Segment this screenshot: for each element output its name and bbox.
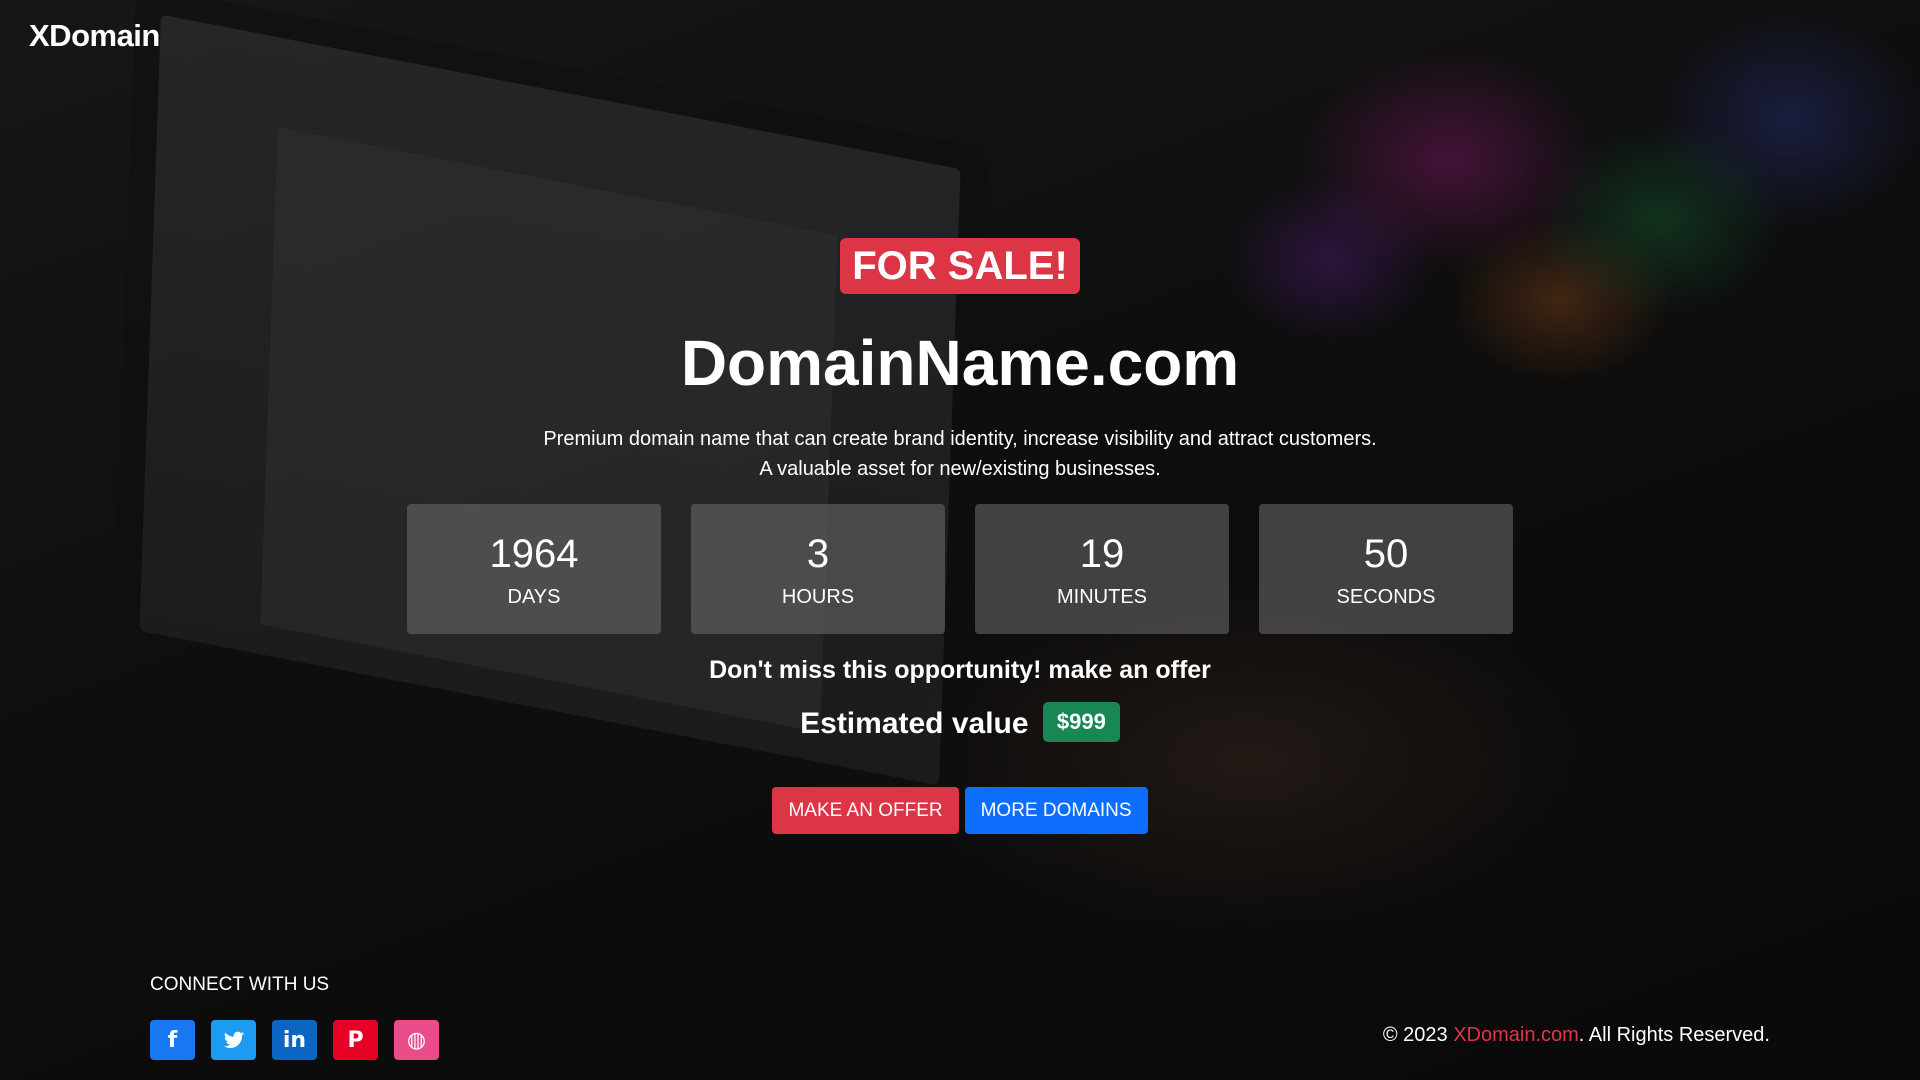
copyright-suffix: . All Rights Reserved. xyxy=(1578,1024,1770,1046)
pinterest-icon[interactable]: P xyxy=(333,1020,378,1060)
domain-title: DomainName.com xyxy=(680,327,1240,399)
countdown-days: 1964 DAYS xyxy=(407,504,661,635)
description: Premium domain name that can create bran… xyxy=(0,424,1920,484)
linkedin-icon[interactable]: in xyxy=(272,1020,317,1060)
countdown-minutes-value: 19 xyxy=(1079,531,1125,576)
action-buttons: MAKE AN OFFER MORE DOMAINS xyxy=(0,787,1920,835)
estimated-value: Estimated value $999 xyxy=(0,702,1920,745)
estimated-value-label: Estimated value xyxy=(800,707,1029,741)
hero-section: FOR SALE! DomainName.com Premium domain … xyxy=(0,238,1920,835)
copyright: © 2023 XDomain.com. All Rights Reserved. xyxy=(1383,1024,1770,1047)
for-sale-badge: FOR SALE! xyxy=(840,238,1080,294)
countdown-minutes-label: MINUTES xyxy=(1057,585,1147,608)
copyright-link[interactable]: XDomain.com xyxy=(1453,1024,1579,1046)
countdown-days-value: 1964 xyxy=(489,531,579,576)
connect-label: CONNECT WITH US xyxy=(150,974,330,995)
countdown-hours-label: HOURS xyxy=(781,585,855,608)
countdown-hours-value: 3 xyxy=(806,531,830,576)
price-badge: $999 xyxy=(1042,702,1120,743)
dribbble-icon[interactable]: ◍ xyxy=(394,1020,439,1060)
countdown-days-label: DAYS xyxy=(507,585,561,608)
facebook-icon[interactable]: f xyxy=(150,1020,195,1060)
description-line-1: Premium domain name that can create bran… xyxy=(543,428,1377,451)
countdown-hours: 3 HOURS xyxy=(691,504,945,635)
brand-logo[interactable]: XDomain xyxy=(29,18,160,54)
opportunity-text: Don't miss this opportunity! make an off… xyxy=(709,656,1211,685)
social-links: f in P ◍ xyxy=(150,1020,439,1060)
countdown-seconds: 50 SECONDS xyxy=(1259,504,1513,635)
twitter-bird-glyph xyxy=(223,1031,244,1048)
copyright-prefix: © 2023 xyxy=(1382,1024,1454,1046)
countdown-minutes: 19 MINUTES xyxy=(975,504,1229,635)
more-domains-button[interactable]: MORE DOMAINS xyxy=(964,787,1148,835)
countdown: 1964 DAYS 3 HOURS 19 MINUTES 50 SECONDS xyxy=(0,504,1920,635)
countdown-seconds-label: SECONDS xyxy=(1336,585,1436,608)
description-line-2: A valuable asset for new/existing busine… xyxy=(759,458,1161,481)
twitter-icon[interactable] xyxy=(211,1020,256,1060)
make-offer-button[interactable]: MAKE AN OFFER xyxy=(772,787,959,835)
countdown-seconds-value: 50 xyxy=(1363,531,1409,576)
